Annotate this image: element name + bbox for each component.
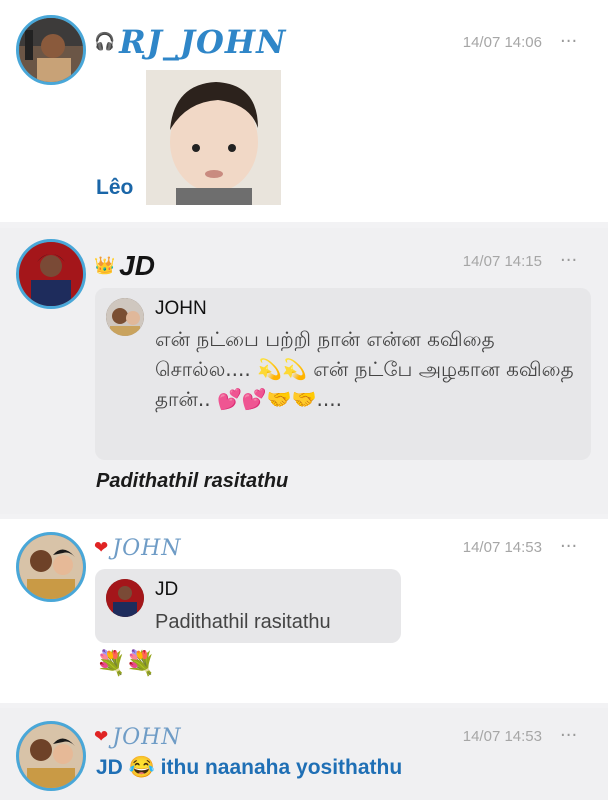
- timestamp: 14/07 14:15: [462, 253, 542, 270]
- quoted-message[interactable]: JD Padithathil rasitathu: [95, 569, 401, 643]
- post-item: 🎧 RJ_JOHN 14/07 14:06 ··· Lêo: [0, 0, 608, 222]
- post-caption: Padithathil rasitathu: [96, 470, 289, 492]
- more-options-icon[interactable]: ···: [560, 252, 580, 270]
- quote-text: என் நட்பை பற்றி நான் என்ன கவிதை சொல்ல...…: [155, 327, 574, 411]
- username[interactable]: JD: [119, 250, 155, 282]
- quote-avatar: [106, 298, 144, 336]
- more-options-icon[interactable]: ···: [560, 538, 580, 556]
- quote-author: JOHN: [155, 298, 207, 319]
- post-header: ❤ JOHN: [94, 528, 182, 568]
- avatar[interactable]: [16, 532, 86, 602]
- avatar-photo: [19, 18, 83, 82]
- username[interactable]: JOHN: [112, 725, 181, 750]
- timestamp: 14/07 14:53: [462, 539, 542, 556]
- headphones-icon: 🎧: [94, 31, 116, 52]
- bouquet-emojis: 💐💐: [96, 649, 156, 677]
- more-options-icon[interactable]: ···: [560, 33, 580, 51]
- post-caption: JD 😂 ithu naanaha yosithathu: [96, 756, 403, 779]
- child-photo: [146, 70, 281, 205]
- crown-icon: 👑: [94, 255, 116, 276]
- post-header: ❤ JOHN: [94, 717, 182, 757]
- post-header: 👑 JD: [94, 246, 155, 286]
- avatar[interactable]: [16, 239, 86, 309]
- heart-icon: ❤: [94, 537, 109, 558]
- quote-text: Padithathil rasitathu: [155, 611, 331, 633]
- quote-author: JD: [155, 579, 179, 600]
- avatar[interactable]: [16, 721, 86, 791]
- timestamp: 14/07 14:06: [462, 34, 542, 51]
- quoted-message[interactable]: JOHN என் நட்பை பற்றி நான் என்ன கவிதை சொல…: [95, 288, 591, 460]
- more-options-icon[interactable]: ···: [560, 727, 580, 745]
- post-item: [0, 708, 608, 800]
- post-caption: Lêo: [96, 176, 134, 199]
- image-attachment[interactable]: [146, 70, 281, 205]
- username[interactable]: JOHN: [112, 536, 181, 561]
- chat-feed: 🎧 RJ_JOHN 14/07 14:06 ··· Lêo 👑 JD 14/07…: [0, 0, 608, 800]
- avatar-photo: [19, 724, 83, 788]
- avatar-photo: [19, 535, 83, 599]
- avatar-photo: [19, 242, 83, 306]
- username[interactable]: RJ_JOHN: [119, 23, 286, 61]
- heart-icon: ❤: [94, 726, 109, 747]
- quote-avatar: [106, 579, 144, 617]
- avatar[interactable]: [16, 15, 86, 85]
- timestamp: 14/07 14:53: [462, 728, 542, 745]
- post-header: 🎧 RJ_JOHN: [94, 22, 286, 62]
